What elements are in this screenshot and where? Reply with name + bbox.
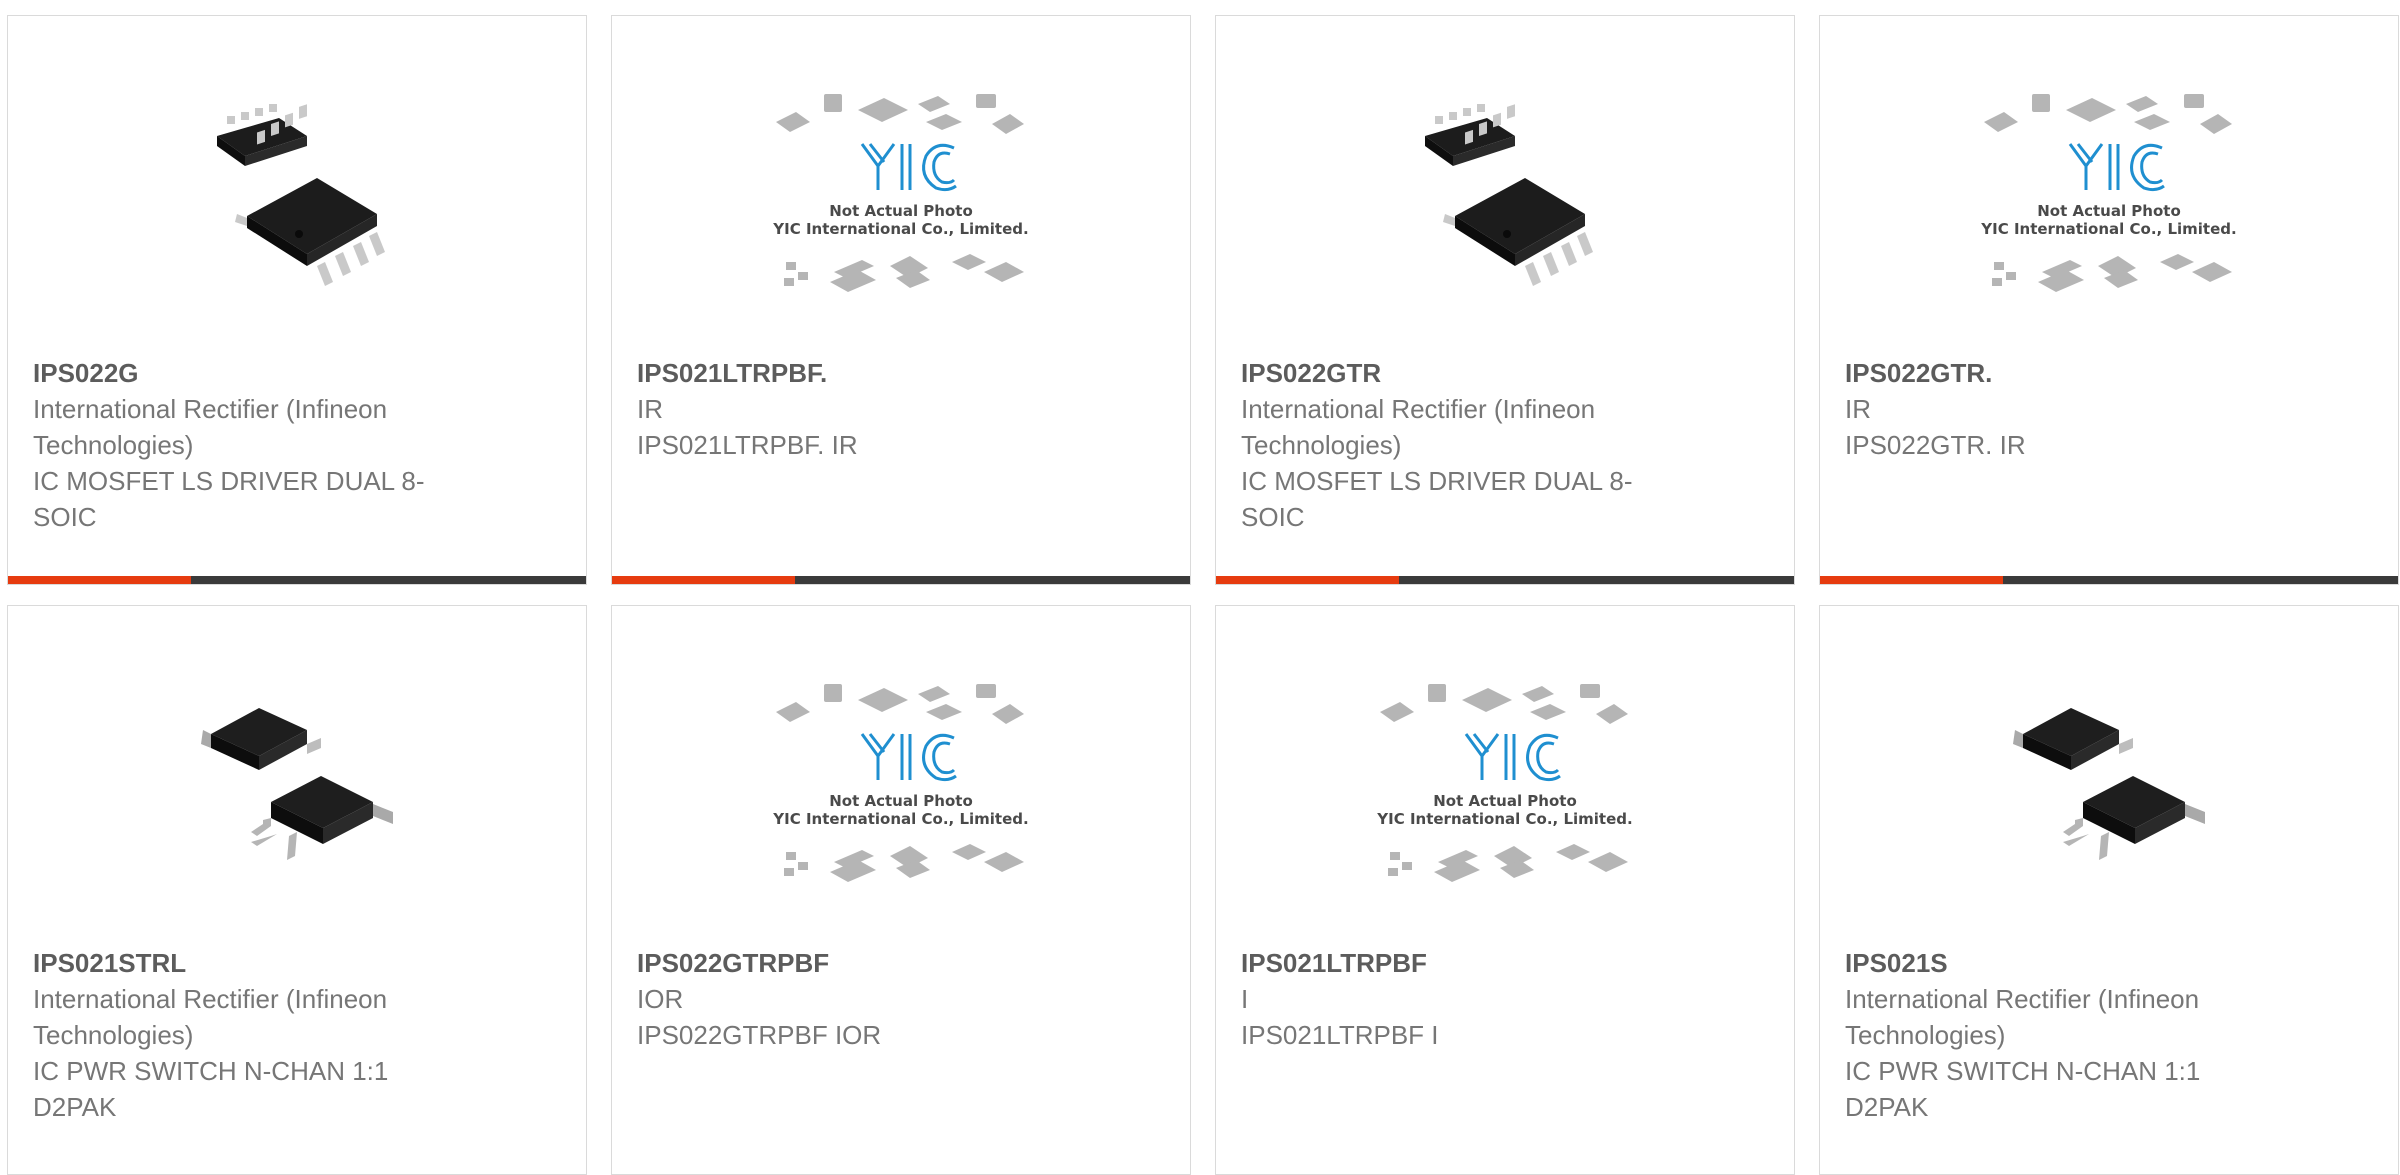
card-accent-bar (612, 576, 795, 584)
description: IPS022GTRPBF IOR (637, 1020, 882, 1050)
product-card[interactable]: Not Actual Photo YIC International Co., … (1819, 15, 2399, 585)
placeholder-caption-2: YIC International Co., Limited. (772, 220, 1028, 238)
manufacturer: IR (1845, 394, 1871, 424)
card-bottom-bar (1216, 576, 1794, 584)
part-number-link[interactable]: IPS022GTR. (1845, 355, 2373, 391)
product-card[interactable]: IPS021STRL International Rectifier (Infi… (7, 605, 587, 1175)
product-info: IPS021LTRPBF I IPS021LTRPBF I (1241, 945, 1769, 1053)
product-grid: IPS022G International Rectifier (Infineo… (7, 15, 2400, 1175)
part-number-link[interactable]: IPS021LTRPBF (1241, 945, 1769, 981)
card-accent-bar (1216, 576, 1399, 584)
product-info: IPS022GTR. IR IPS022GTR. IR (1845, 355, 2373, 463)
card-accent-bar (1820, 576, 2003, 584)
soic-8-package-icon[interactable] (1370, 82, 1640, 310)
not-actual-photo-placeholder[interactable]: Not Actual Photo YIC International Co., … (766, 82, 1036, 310)
description: IC PWR SWITCH N-CHAN 1:1 D2PAK (1845, 1056, 2201, 1122)
not-actual-photo-placeholder[interactable]: Not Actual Photo YIC International Co., … (1974, 82, 2244, 310)
card-bottom-bar (8, 576, 586, 584)
description: IC MOSFET LS DRIVER DUAL 8-SOIC (1241, 466, 1633, 532)
placeholder-caption-1: Not Actual Photo (829, 792, 973, 810)
card-bottom-bar (1820, 576, 2398, 584)
manufacturer: International Rectifier (Infineon Techno… (1845, 984, 2200, 1050)
manufacturer: IOR (637, 984, 684, 1014)
product-info: IPS022G International Rectifier (Infineo… (33, 355, 561, 535)
placeholder-caption-2: YIC International Co., Limited. (1980, 220, 2236, 238)
not-actual-photo-placeholder[interactable]: Not Actual Photo YIC International Co., … (766, 672, 1036, 900)
product-info: IPS021STRL International Rectifier (Infi… (33, 945, 561, 1125)
part-number-link[interactable]: IPS022GTRPBF (637, 945, 1165, 981)
card-accent-bar (8, 576, 191, 584)
placeholder-caption-1: Not Actual Photo (829, 202, 973, 220)
soic-8-package-icon[interactable] (162, 82, 432, 310)
part-number-link[interactable]: IPS021STRL (33, 945, 561, 981)
placeholder-caption-1: Not Actual Photo (1433, 792, 1577, 810)
product-info: IPS021LTRPBF. IR IPS021LTRPBF. IR (637, 355, 1165, 463)
part-number-link[interactable]: IPS022GTR (1241, 355, 1769, 391)
product-card[interactable]: Not Actual Photo YIC International Co., … (611, 15, 1191, 585)
description: IC MOSFET LS DRIVER DUAL 8-SOIC (33, 466, 425, 532)
d2pak-package-icon[interactable] (162, 672, 432, 900)
manufacturer: International Rectifier (Infineon Techno… (33, 394, 388, 460)
product-card[interactable]: Not Actual Photo YIC International Co., … (611, 605, 1191, 1175)
manufacturer: International Rectifier (Infineon Techno… (33, 984, 388, 1050)
description: IC PWR SWITCH N-CHAN 1:1 D2PAK (33, 1056, 389, 1122)
part-number-link[interactable]: IPS021S (1845, 945, 2373, 981)
description: IPS022GTR. IR (1845, 430, 2026, 460)
d2pak-package-icon[interactable] (1974, 672, 2244, 900)
placeholder-caption-1: Not Actual Photo (2037, 202, 2181, 220)
not-actual-photo-placeholder[interactable]: Not Actual Photo YIC International Co., … (1370, 672, 1640, 900)
product-card[interactable]: IPS022G International Rectifier (Infineo… (7, 15, 587, 585)
placeholder-caption-2: YIC International Co., Limited. (772, 810, 1028, 828)
card-bottom-bar (612, 576, 1190, 584)
product-card[interactable]: IPS022GTR International Rectifier (Infin… (1215, 15, 1795, 585)
description: IPS021LTRPBF. IR (637, 430, 858, 460)
manufacturer: International Rectifier (Infineon Techno… (1241, 394, 1596, 460)
product-info: IPS022GTR International Rectifier (Infin… (1241, 355, 1769, 535)
manufacturer: I (1241, 984, 1249, 1014)
part-number-link[interactable]: IPS021LTRPBF. (637, 355, 1165, 391)
product-info: IPS021S International Rectifier (Infineo… (1845, 945, 2373, 1125)
placeholder-caption-2: YIC International Co., Limited. (1376, 810, 1632, 828)
manufacturer: IR (637, 394, 663, 424)
description: IPS021LTRPBF I (1241, 1020, 1439, 1050)
part-number-link[interactable]: IPS022G (33, 355, 561, 391)
product-card[interactable]: Not Actual Photo YIC International Co., … (1215, 605, 1795, 1175)
product-info: IPS022GTRPBF IOR IPS022GTRPBF IOR (637, 945, 1165, 1053)
product-card[interactable]: IPS021S International Rectifier (Infineo… (1819, 605, 2399, 1175)
